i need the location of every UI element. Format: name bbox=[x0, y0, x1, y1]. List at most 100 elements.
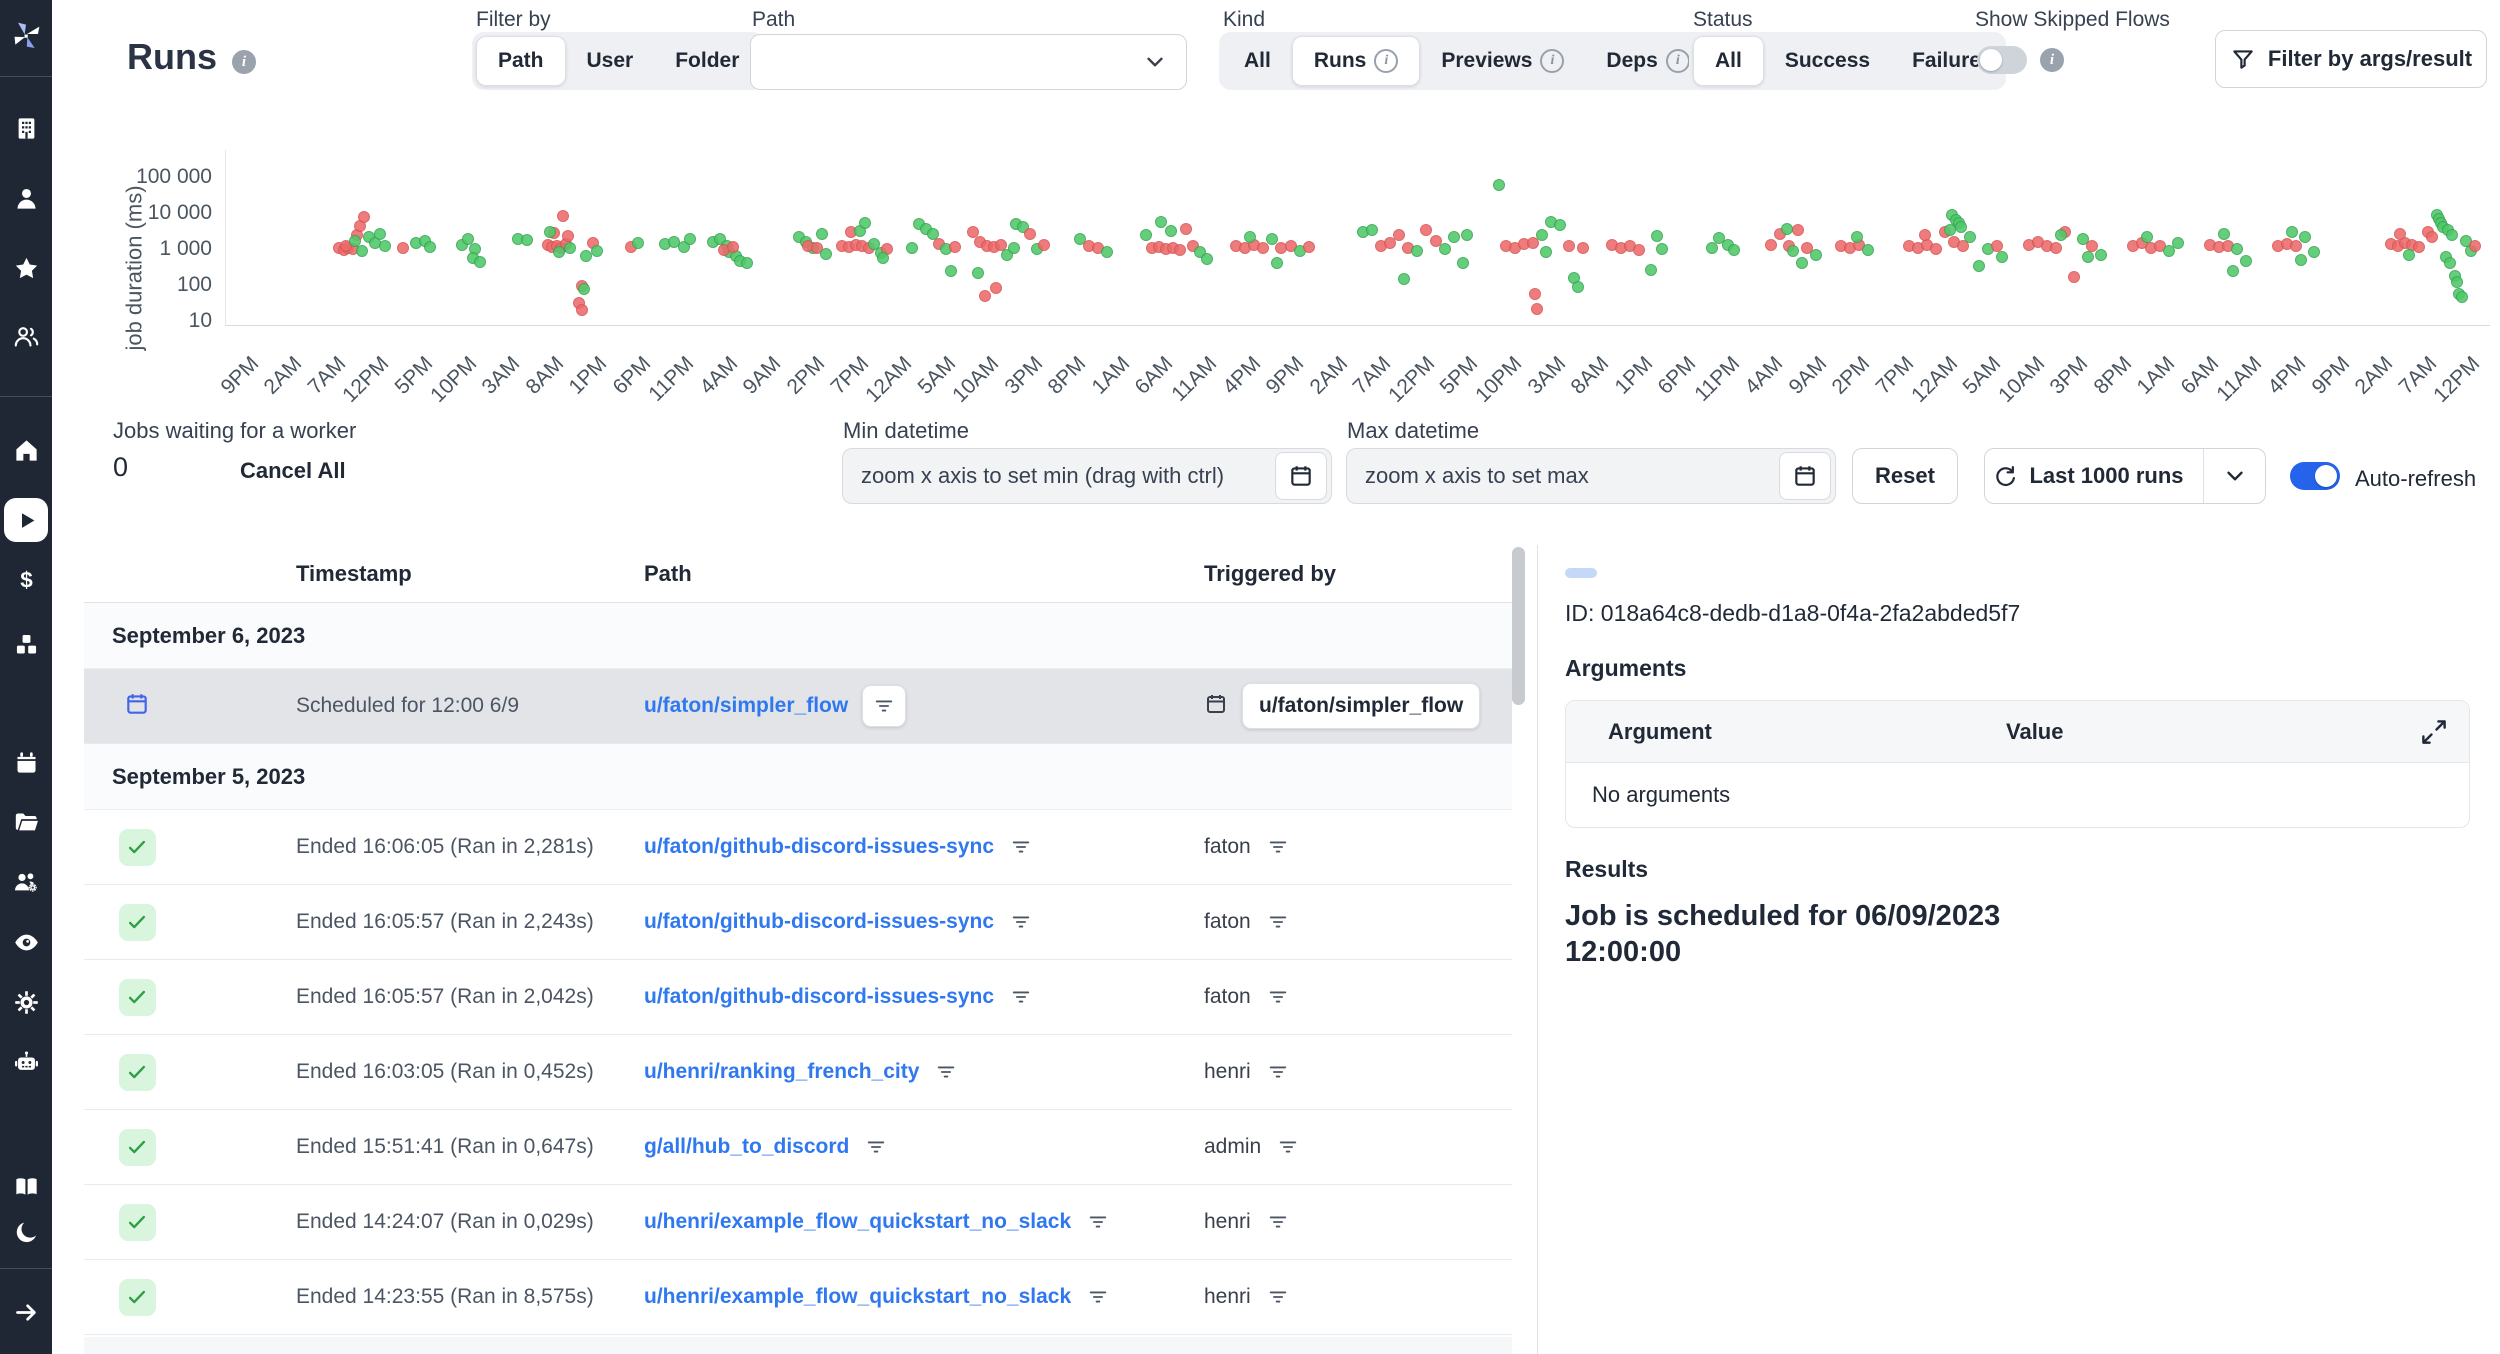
data-point[interactable] bbox=[2444, 257, 2456, 269]
data-point[interactable] bbox=[1536, 229, 1548, 241]
data-point[interactable] bbox=[1366, 224, 1378, 236]
chart-plot[interactable] bbox=[225, 150, 2490, 326]
data-point[interactable] bbox=[1996, 251, 2008, 263]
sidebar-item-variables[interactable]: $ bbox=[10, 564, 42, 596]
data-point[interactable] bbox=[2068, 271, 2080, 283]
data-point[interactable] bbox=[591, 245, 603, 257]
filter-by-option-path[interactable]: Path bbox=[476, 36, 566, 86]
data-point[interactable] bbox=[1008, 242, 1020, 254]
sidebar-item-expand-sidebar[interactable] bbox=[10, 1296, 42, 1328]
data-point[interactable] bbox=[1796, 257, 1808, 269]
data-point[interactable] bbox=[2426, 231, 2438, 243]
path-filter-icon[interactable] bbox=[1008, 909, 1034, 935]
triggered-by-filter-icon[interactable] bbox=[1265, 1284, 1291, 1310]
data-point[interactable] bbox=[816, 228, 828, 240]
data-point[interactable] bbox=[1810, 249, 1822, 261]
sidebar-item-settings[interactable] bbox=[10, 986, 42, 1018]
data-point[interactable] bbox=[521, 234, 533, 246]
triggered-by-filter-icon[interactable] bbox=[1265, 909, 1291, 935]
data-point[interactable] bbox=[1180, 223, 1192, 235]
path-link[interactable]: u/henri/ranking_french_city bbox=[644, 1060, 919, 1084]
data-point[interactable] bbox=[2290, 240, 2302, 252]
data-point[interactable] bbox=[1101, 246, 1113, 258]
sidebar-item-folders[interactable] bbox=[10, 806, 42, 838]
table-row[interactable]: Ended 15:51:41 (Ran in 0,647s)g/all/hub_… bbox=[84, 1110, 1512, 1185]
data-point[interactable] bbox=[349, 235, 361, 247]
data-point[interactable] bbox=[1973, 260, 1985, 272]
data-point[interactable] bbox=[397, 242, 409, 254]
data-point[interactable] bbox=[1461, 229, 1473, 241]
sidebar-item-dark-mode[interactable] bbox=[10, 1216, 42, 1248]
data-point[interactable] bbox=[2240, 255, 2252, 267]
data-point[interactable] bbox=[1448, 231, 1460, 243]
data-point[interactable] bbox=[1554, 219, 1566, 231]
sidebar-item-resources[interactable] bbox=[10, 628, 42, 660]
path-link[interactable]: u/faton/github-discord-issues-sync bbox=[644, 985, 994, 1009]
data-point[interactable] bbox=[2308, 246, 2320, 258]
data-point[interactable] bbox=[1531, 303, 1543, 315]
data-point[interactable] bbox=[2231, 243, 2243, 255]
data-point[interactable] bbox=[1991, 240, 2003, 252]
data-point[interactable] bbox=[972, 267, 984, 279]
data-point[interactable] bbox=[1439, 243, 1451, 255]
sidebar-item-user[interactable] bbox=[10, 182, 42, 214]
table-row[interactable]: Ended 16:05:57 (Ran in 2,243s)u/faton/gi… bbox=[84, 885, 1512, 960]
data-point[interactable] bbox=[553, 246, 565, 258]
table-row[interactable]: Scheduled for 12:00 6/9u/faton/simpler_f… bbox=[84, 669, 1512, 744]
data-point[interactable] bbox=[979, 290, 991, 302]
status-option-all[interactable]: All bbox=[1693, 36, 1764, 86]
path-filter-select[interactable] bbox=[750, 34, 1187, 90]
sidebar-item-docs[interactable] bbox=[10, 1170, 42, 1202]
data-point[interactable] bbox=[741, 257, 753, 269]
data-point[interactable] bbox=[1038, 239, 1050, 251]
path-link[interactable]: g/all/hub_to_discord bbox=[644, 1135, 849, 1159]
triggered-by-filter-icon[interactable] bbox=[1265, 1209, 1291, 1235]
sidebar-item-workers[interactable] bbox=[10, 866, 42, 898]
triggered-by-filter-icon[interactable] bbox=[1265, 984, 1291, 1010]
triggered-by-filter-icon[interactable] bbox=[1265, 1059, 1291, 1085]
data-point[interactable] bbox=[1398, 273, 1410, 285]
data-point[interactable] bbox=[2218, 228, 2230, 240]
data-point[interactable] bbox=[2299, 231, 2311, 243]
table-row[interactable]: Ended 16:06:05 (Ran in 2,281s)u/faton/gi… bbox=[84, 810, 1512, 885]
data-point[interactable] bbox=[2456, 291, 2468, 303]
data-point[interactable] bbox=[2095, 249, 2107, 261]
data-point[interactable] bbox=[859, 217, 871, 229]
data-point[interactable] bbox=[820, 248, 832, 260]
path-filter-icon[interactable] bbox=[1008, 984, 1034, 1010]
sidebar-item-groups[interactable] bbox=[10, 320, 42, 352]
sidebar-item-schedules[interactable] bbox=[10, 746, 42, 778]
path-link[interactable]: u/faton/simpler_flow bbox=[644, 694, 848, 718]
data-point[interactable] bbox=[1645, 264, 1657, 276]
data-point[interactable] bbox=[684, 233, 696, 245]
sidebar-item-workspace[interactable] bbox=[10, 112, 42, 144]
path-link[interactable]: u/henri/example_flow_quickstart_no_slack bbox=[644, 1210, 1071, 1234]
data-point[interactable] bbox=[1765, 239, 1777, 251]
data-point[interactable] bbox=[1420, 224, 1432, 236]
data-point[interactable] bbox=[2295, 254, 2307, 266]
kind-option-previews[interactable]: Previewsi bbox=[1420, 36, 1585, 86]
data-point[interactable] bbox=[562, 230, 574, 242]
status-option-success[interactable]: Success bbox=[1764, 36, 1891, 86]
data-point[interactable] bbox=[2446, 229, 2458, 241]
data-point[interactable] bbox=[578, 283, 590, 295]
sidebar-item-favorites[interactable] bbox=[10, 252, 42, 284]
filter-args-button[interactable]: Filter by args/result bbox=[2215, 30, 2487, 88]
data-point[interactable] bbox=[1577, 242, 1589, 254]
path-filter-icon[interactable] bbox=[1085, 1209, 1111, 1235]
data-point[interactable] bbox=[1303, 241, 1315, 253]
triggered-by-filter-icon[interactable] bbox=[1265, 834, 1291, 860]
data-point[interactable] bbox=[990, 282, 1002, 294]
table-row[interactable]: Ended 16:05:57 (Ran in 2,042s)u/faton/gi… bbox=[84, 960, 1512, 1035]
data-point[interactable] bbox=[1944, 224, 1956, 236]
data-point[interactable] bbox=[358, 211, 370, 223]
data-point[interactable] bbox=[1493, 179, 1505, 191]
scrollbar-thumb[interactable] bbox=[1512, 547, 1525, 705]
data-point[interactable] bbox=[1572, 281, 1584, 293]
path-filter-icon[interactable] bbox=[1008, 834, 1034, 860]
sidebar-item-runs[interactable] bbox=[4, 498, 48, 542]
data-point[interactable] bbox=[379, 240, 391, 252]
data-point[interactable] bbox=[1411, 245, 1423, 257]
auto-refresh-toggle[interactable] bbox=[2290, 462, 2340, 490]
data-point[interactable] bbox=[1165, 225, 1177, 237]
